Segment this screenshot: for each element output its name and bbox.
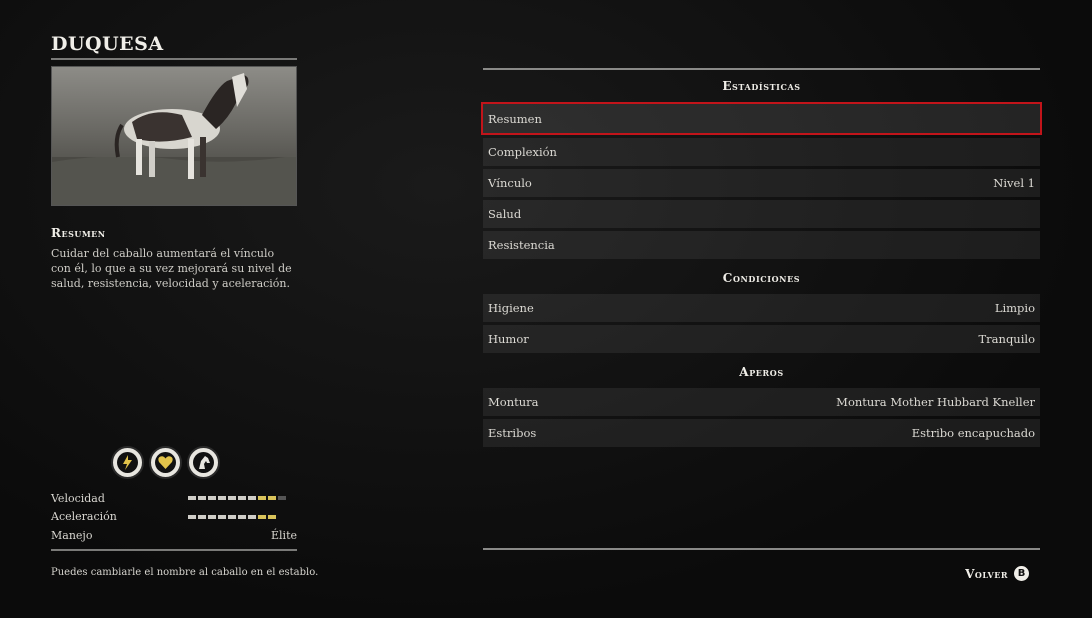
attribute-speed: Velocidad (51, 489, 297, 508)
back-label: Volver (965, 566, 1008, 581)
row-label: Estribos (488, 426, 537, 440)
divider (51, 58, 297, 60)
divider (483, 548, 1040, 550)
section-header-tack: Aperos (739, 365, 784, 379)
row-label: Resistencia (488, 238, 555, 252)
horse-core-icon (187, 446, 220, 479)
row-label: Higiene (488, 301, 534, 315)
attribute-label: Aceleración (51, 510, 117, 524)
stats-panel: Estadísticas Resumen Complexión Vínculo … (481, 68, 1042, 450)
acceleration-bar (188, 514, 276, 519)
summary-title: Resumen (51, 226, 106, 240)
row-value: Nivel 1 (993, 176, 1035, 190)
menu-item-health[interactable]: Salud (483, 200, 1040, 228)
speed-bar (188, 496, 286, 501)
attribute-label: Velocidad (51, 491, 105, 505)
menu-item-cleanliness[interactable]: Higiene Limpio (483, 294, 1040, 322)
row-label: Salud (488, 207, 522, 221)
row-value: Estribo encapuchado (911, 426, 1035, 440)
divider (51, 549, 297, 551)
menu-item-build[interactable]: Complexión (483, 138, 1040, 166)
menu-item-summary[interactable]: Resumen (481, 102, 1042, 135)
b-button-icon: B (1014, 566, 1029, 581)
attribute-label: Manejo (51, 528, 93, 542)
core-icons (111, 446, 220, 479)
menu-item-bond[interactable]: Vínculo Nivel 1 (483, 169, 1040, 197)
section-header-stats: Estadísticas (722, 79, 801, 93)
horse-panel: DUQUESA Resumen Cuidar del caballo aumen… (51, 30, 297, 291)
horse-attributes: Velocidad Aceleración Manejo Élite (51, 489, 297, 545)
row-label: Resumen (488, 111, 542, 126)
health-core-icon (149, 446, 182, 479)
row-value: Limpio (994, 301, 1035, 315)
back-button[interactable]: Volver B (965, 566, 1029, 581)
row-label: Humor (488, 332, 529, 346)
menu-item-saddle[interactable]: Montura Montura Mother Hubbard Kneller (483, 388, 1040, 416)
menu-item-mood[interactable]: Humor Tranquilo (483, 325, 1040, 353)
stamina-core-icon (111, 446, 144, 479)
row-label: Vínculo (488, 176, 532, 190)
row-label: Complexión (488, 145, 557, 159)
attribute-handling: Manejo Élite (51, 526, 297, 545)
horse-name: DUQUESA (51, 33, 164, 55)
row-label: Montura (488, 395, 539, 409)
summary-text: Cuidar del caballo aumentará el vínculo … (51, 247, 292, 290)
attribute-value: Élite (271, 528, 297, 542)
menu-item-stirrups[interactable]: Estribos Estribo encapuchado (483, 419, 1040, 447)
attribute-acceleration: Aceleración (51, 508, 297, 527)
rename-hint: Puedes cambiarle el nombre al caballo en… (51, 567, 319, 578)
section-header-conditions: Condiciones (722, 271, 801, 285)
row-value: Montura Mother Hubbard Kneller (836, 395, 1035, 409)
row-value: Tranquilo (978, 332, 1035, 346)
horse-photo (51, 66, 297, 206)
menu-item-stamina[interactable]: Resistencia (483, 231, 1040, 259)
